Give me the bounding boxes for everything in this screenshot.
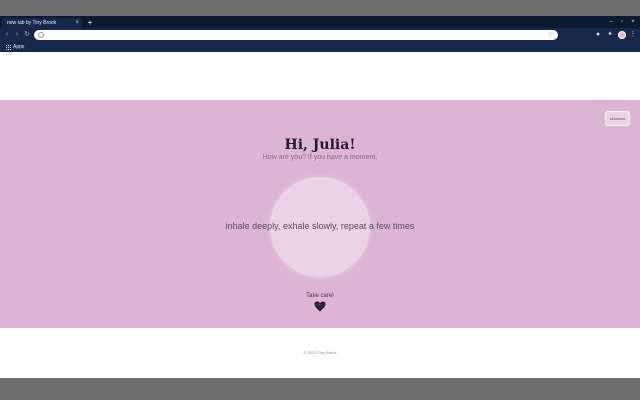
address-bar[interactable]: ☆ — [34, 30, 558, 40]
hero-section: sessions Hi, Julia! How are you? If you … — [0, 100, 640, 328]
forward-icon[interactable]: › — [13, 31, 21, 39]
new-tab-button[interactable]: + — [86, 18, 94, 27]
closing-text: Take care! — [306, 293, 334, 299]
avatar[interactable] — [618, 31, 626, 39]
tab-new-tab[interactable]: new tab by Tiny Brook × — [2, 18, 82, 28]
page-title: Hi, Julia! — [284, 137, 356, 153]
reload-icon[interactable]: ↻ — [23, 31, 31, 39]
bookmark-apps[interactable]: Apps — [13, 42, 24, 52]
extension-icon[interactable]: ● — [594, 31, 602, 39]
browser-window: new tab by Tiny Brook × + – ▫ × ‹ › ↻ ☆ … — [0, 16, 640, 378]
bookmarks-bar: Apps — [0, 42, 640, 52]
heart-icon — [314, 301, 326, 312]
tab-close-icon[interactable]: × — [75, 18, 79, 28]
sessions-button[interactable]: sessions — [605, 111, 630, 126]
google-icon — [38, 32, 44, 38]
subtitle: How are you? If you have a moment, — [262, 154, 378, 161]
footer-credit: © 2020 Tiny Brook — [303, 350, 337, 355]
maximize-icon[interactable]: ▫ — [618, 18, 626, 26]
breathing-instruction: inhale deeply, exhale slowly, repeat a f… — [225, 221, 415, 231]
extensions-puzzle-icon[interactable]: ✦ — [606, 31, 614, 39]
tab-strip: new tab by Tiny Brook × + – ▫ × — [0, 16, 640, 28]
close-window-icon[interactable]: × — [629, 18, 637, 26]
bookmark-star-icon[interactable]: ☆ — [548, 30, 554, 40]
menu-icon[interactable]: ⋮ — [629, 31, 637, 39]
browser-toolbar: ‹ › ↻ ☆ ● ✦ ⋮ — [0, 28, 640, 42]
tab-title: new tab by Tiny Brook — [7, 20, 57, 26]
minimize-icon[interactable]: – — [607, 18, 615, 26]
back-icon[interactable]: ‹ — [3, 31, 11, 39]
page-content: sessions Hi, Julia! How are you? If you … — [0, 52, 640, 378]
apps-grid-icon[interactable] — [5, 44, 11, 50]
